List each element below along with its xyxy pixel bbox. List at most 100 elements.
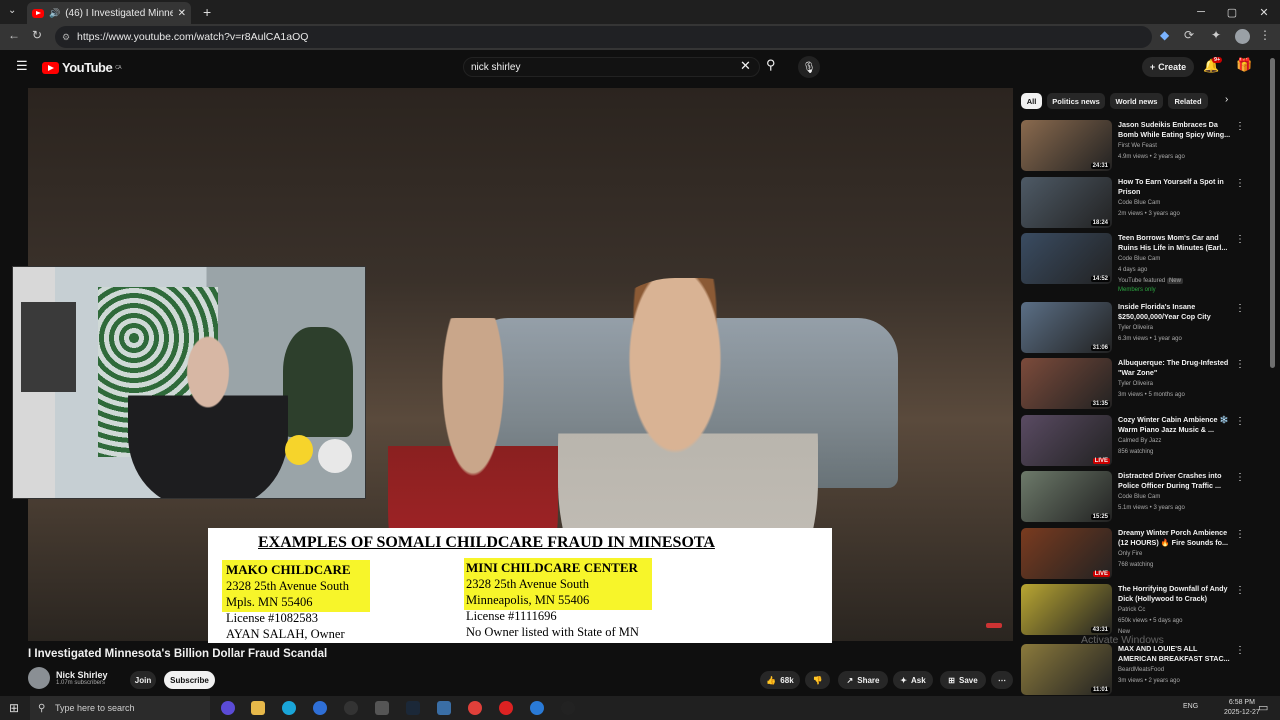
recommendation-item[interactable]: 31:06 Inside Florida's Insane $250,000,00… <box>1021 302 1265 354</box>
clear-search-icon[interactable]: ✕ <box>740 58 751 74</box>
app-icon-5[interactable] <box>530 701 544 715</box>
browser-tab[interactable]: 🔊 (46) I Investigated Minnesota ✕ <box>27 2 191 24</box>
page-scrollbar[interactable] <box>1270 58 1275 368</box>
recommendation-channel[interactable]: Code Blue Cam <box>1118 256 1160 262</box>
recommendation-channel[interactable]: Code Blue Cam <box>1118 494 1160 500</box>
recommendation-item[interactable]: 31:35 Albuquerque: The Drug-Infested "War… <box>1021 358 1265 410</box>
chip-politics-news[interactable]: Politics news <box>1047 93 1105 109</box>
recommendation-channel[interactable]: Tyler Oliveira <box>1118 381 1153 387</box>
recommendation-title[interactable]: The Horrifying Downfall of Andy Dick (Ho… <box>1118 584 1236 604</box>
browser-menu-icon[interactable]: ⋮ <box>1259 28 1271 42</box>
more-options-icon[interactable]: ⋮ <box>1235 178 1245 189</box>
save-button[interactable]: ⊞ Save <box>940 671 986 689</box>
refresh-extension-icon[interactable]: ⟳ <box>1184 28 1194 42</box>
reload-icon[interactable]: ↻ <box>32 28 42 42</box>
search-input[interactable]: nick shirley <box>463 57 760 77</box>
channel-avatar[interactable] <box>28 667 50 689</box>
notification-center-icon[interactable]: ▭ <box>1258 701 1268 714</box>
channel-name[interactable]: Nick Shirley <box>56 670 108 680</box>
recommendation-item[interactable]: LIVE Cozy Winter Cabin Ambience ❄️ Warm P… <box>1021 415 1265 467</box>
recommendation-thumbnail[interactable]: 24:31 <box>1021 120 1112 171</box>
system-clock[interactable]: 6:58 PM 2025-12-27 <box>1224 698 1260 718</box>
recommendation-thumbnail[interactable]: 43:31 <box>1021 584 1112 635</box>
more-options-icon[interactable]: ⋮ <box>1235 645 1245 656</box>
recommendation-item[interactable]: 43:31 The Horrifying Downfall of Andy Dic… <box>1021 584 1265 636</box>
more-options-icon[interactable]: ⋮ <box>1235 121 1245 132</box>
edge-browser-icon[interactable] <box>282 701 296 715</box>
more-options-icon[interactable]: ⋮ <box>1235 529 1245 540</box>
chips-next-icon[interactable]: › <box>1225 94 1228 105</box>
recommendation-item[interactable]: 18:24 How To Earn Yourself a Spot in Pris… <box>1021 177 1265 229</box>
back-icon[interactable]: ← <box>8 28 20 42</box>
app-icon-3[interactable] <box>437 701 451 715</box>
chip-world-news[interactable]: World news <box>1110 93 1163 109</box>
recommendation-item[interactable]: LIVE Dreamy Winter Porch Ambience (12 HOU… <box>1021 528 1265 580</box>
more-options-icon[interactable]: ⋮ <box>1235 472 1245 483</box>
chip-related[interactable]: Related <box>1168 93 1208 109</box>
recommendation-thumbnail[interactable]: 31:35 <box>1021 358 1112 409</box>
settings-icon[interactable] <box>375 701 389 715</box>
recommendation-thumbnail[interactable]: 18:24 <box>1021 177 1112 228</box>
join-button[interactable]: Join <box>130 671 156 689</box>
recommendation-item[interactable]: 15:25 Distracted Driver Crashes into Poli… <box>1021 471 1265 523</box>
language-indicator[interactable]: ENG <box>1183 703 1198 710</box>
recommendation-thumbnail[interactable]: LIVE <box>1021 415 1112 466</box>
app-icon-2[interactable] <box>344 701 358 715</box>
recommendation-thumbnail[interactable]: 14:52 <box>1021 233 1112 284</box>
more-options-icon[interactable]: ⋮ <box>1235 234 1245 245</box>
ask-button[interactable]: ✦ Ask <box>893 671 933 689</box>
recommendation-title[interactable]: Jason Sudeikis Embraces Da Bomb While Ea… <box>1118 120 1236 140</box>
app-icon-6[interactable] <box>561 701 575 715</box>
hamburger-menu-icon[interactable]: ☰ <box>16 58 28 74</box>
dislike-button[interactable]: 👎 <box>805 671 830 689</box>
app-icon-1[interactable] <box>313 701 327 715</box>
site-info-icon[interactable]: ⚙ <box>62 32 70 43</box>
more-options-icon[interactable]: ⋮ <box>1235 303 1245 314</box>
youtube-logo[interactable]: YouTube CA <box>42 60 122 75</box>
recommendation-title[interactable]: Distracted Driver Crashes into Police Of… <box>1118 471 1236 491</box>
more-options-icon[interactable]: ⋮ <box>1235 359 1245 370</box>
recommendation-title[interactable]: Dreamy Winter Porch Ambience (12 HOURS) … <box>1118 528 1236 548</box>
recommendation-title[interactable]: Teen Borrows Mom's Car and Ruins His Lif… <box>1118 233 1236 253</box>
recommendation-channel[interactable]: First We Feast <box>1118 143 1157 149</box>
more-actions-button[interactable]: ⋯ <box>991 671 1013 689</box>
recommendation-channel[interactable]: Code Blue Cam <box>1118 200 1160 206</box>
maximize-icon[interactable]: ▢ <box>1217 0 1247 24</box>
recommendation-thumbnail[interactable]: LIVE <box>1021 528 1112 579</box>
file-explorer-icon[interactable] <box>251 701 265 715</box>
recommendation-thumbnail[interactable]: 31:06 <box>1021 302 1112 353</box>
recommendation-item[interactable]: 24:31 Jason Sudeikis Embraces Da Bomb Whi… <box>1021 120 1265 172</box>
extension-icon[interactable]: ◆ <box>1160 28 1169 42</box>
windows-start-icon[interactable]: ⊞ <box>9 701 19 715</box>
recommendation-channel[interactable]: BeardMeatsFood <box>1118 667 1164 673</box>
more-options-icon[interactable]: ⋮ <box>1235 416 1245 427</box>
recommendation-item[interactable]: 11:01 MAX AND LOUIE'S ALL AMERICAN BREAKF… <box>1021 644 1265 696</box>
recommendation-title[interactable]: Albuquerque: The Drug-Infested "War Zone… <box>1118 358 1236 378</box>
recommendation-channel[interactable]: Only Fire <box>1118 551 1142 557</box>
chip-all[interactable]: All <box>1021 93 1042 109</box>
app-icon-4[interactable] <box>499 701 513 715</box>
search-icon[interactable]: ⚲ <box>766 57 776 73</box>
recommendation-item[interactable]: 14:52 Teen Borrows Mom's Car and Ruins Hi… <box>1021 233 1265 293</box>
new-tab-icon[interactable]: + <box>203 4 211 20</box>
recommendation-channel[interactable]: Calmed By Jazz <box>1118 438 1161 444</box>
recommendation-thumbnail[interactable]: 15:25 <box>1021 471 1112 522</box>
minimize-icon[interactable]: ─ <box>1186 0 1216 24</box>
close-tab-icon[interactable]: ✕ <box>178 8 186 19</box>
recommendation-channel[interactable]: Patrick Cc <box>1118 607 1145 613</box>
recommendation-channel[interactable]: Tyler Oliveira <box>1118 325 1153 331</box>
recommendation-thumbnail[interactable]: 11:01 <box>1021 644 1112 695</box>
share-button[interactable]: ↗ Share <box>838 671 888 689</box>
recommendation-title[interactable]: Inside Florida's Insane $250,000,000/Yea… <box>1118 302 1236 322</box>
speaker-icon[interactable]: 🔊 <box>49 8 60 19</box>
more-options-icon[interactable]: ⋮ <box>1235 585 1245 596</box>
recommendation-title[interactable]: Cozy Winter Cabin Ambience ❄️ Warm Piano… <box>1118 415 1236 435</box>
tab-list-icon[interactable]: ⌄ <box>8 5 16 16</box>
profile-avatar[interactable] <box>1235 29 1250 44</box>
chrome-icon[interactable] <box>468 701 482 715</box>
recommendation-title[interactable]: MAX AND LOUIE'S ALL AMERICAN BREAKFAST S… <box>1118 644 1236 664</box>
extensions-puzzle-icon[interactable]: ✦ <box>1211 28 1221 42</box>
voice-search-icon[interactable]: 🎙 <box>798 56 820 78</box>
close-window-icon[interactable]: ✕ <box>1249 0 1279 24</box>
recommendation-title[interactable]: How To Earn Yourself a Spot in Prison <box>1118 177 1236 197</box>
